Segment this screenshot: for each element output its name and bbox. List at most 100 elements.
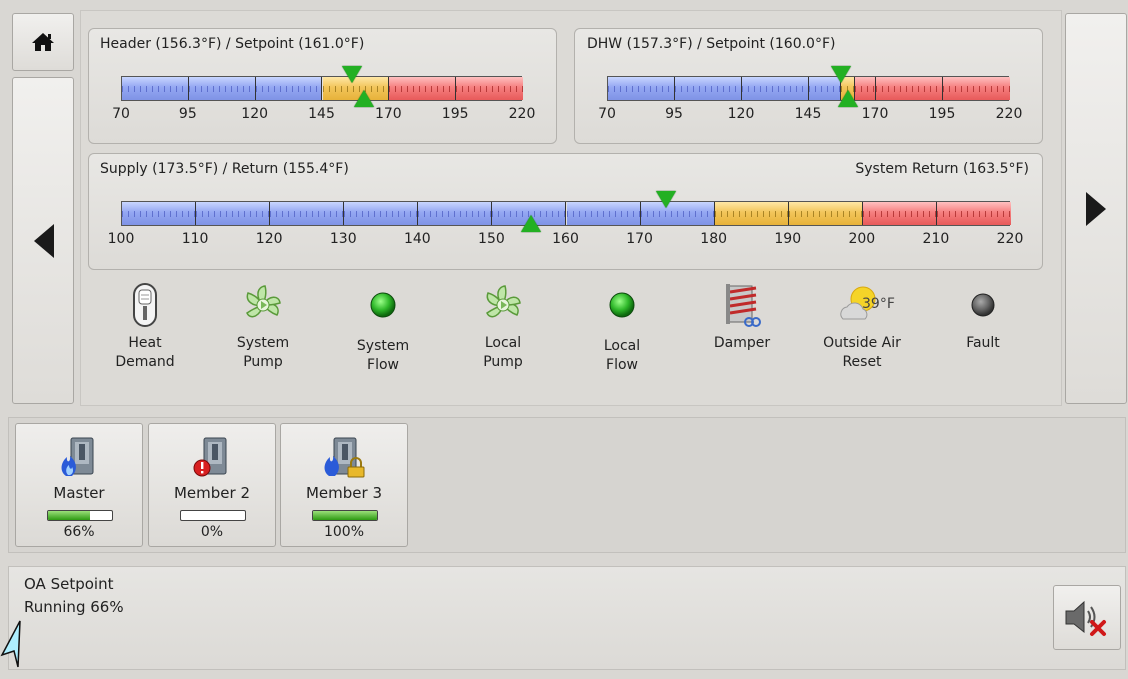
gauge-tick-label: 100 [107,231,135,247]
gauge-tick-label: 70 [598,106,616,122]
mouse-cursor-icon [0,620,21,668]
label-line-1: Local [603,338,641,354]
boiler-name: Master [53,484,105,502]
gauge-segment-blue [675,77,742,100]
boiler-member-2[interactable]: Member 2 0% [148,423,276,547]
header-gauge-title: Header (156.3°F) / Setpoint (161.0°F) [100,36,365,52]
boiler-progress-bar [47,510,113,521]
pump-icon [213,282,313,328]
gray-led-icon [933,282,1033,328]
supply-return-gauge-panel: Supply (173.5°F) / Return (155.4°F) Syst… [88,153,1043,270]
dhw-gauge-title: DHW (157.3°F) / Setpoint (160.0°F) [587,36,836,52]
damper-indicator: Damper [692,282,792,353]
local-pump-label: Local Pump [453,334,553,372]
gauge-segment-blue [608,77,675,100]
switch-icon [95,282,195,328]
label-line-1: Local [484,335,522,351]
label-line-1: Fault [966,335,1000,351]
gauge-segment-blue [418,202,493,225]
home-button[interactable] [12,13,74,71]
gauge-tick-label: 145 [308,106,335,122]
outside-air-temperature: 39°F [862,296,895,312]
gauge-segment-blue [270,202,345,225]
boiler-lock-icon [324,437,365,478]
gauge-segment-blue [742,77,809,100]
gauge-tick-label: 110 [181,231,209,247]
system-pump-label: System Pump [213,334,313,372]
gauge-tick-label: 195 [928,106,956,122]
header-setpoint-marker [354,90,375,107]
gauge-tick-label: 120 [241,106,269,122]
status-bar: OA Setpoint Running 66% [8,566,1126,670]
label-line-1: Heat [128,335,162,351]
gauge-segment-blue [188,77,256,100]
weather-icon: 39°F [812,282,912,328]
dhw-setpoint-marker [838,90,859,107]
boiler-percent: 0% [200,524,224,540]
label-line-2: Flow [606,357,638,373]
label-line-2: Reset [842,354,882,370]
status-line-2: Running 66% [24,598,124,616]
gauge-tick-label: 170 [861,106,889,122]
gauge-segment-red [876,77,943,100]
speaker-mute-icon [1065,600,1106,636]
home-icon [32,33,54,51]
right-arrow-icon [1086,192,1106,226]
damper-label: Damper [692,334,792,353]
label-line-2: Pump [483,354,523,370]
boiler-progress-bar [312,510,378,521]
green-led-icon [333,282,433,328]
gauge-segment-blue [196,202,271,225]
dhw-actual-marker [830,66,851,83]
next-page-button[interactable] [1065,13,1127,404]
heat-demand-label: Heat Demand [95,334,195,372]
gauge-segment-yellow [788,202,863,225]
damper-icon [692,282,792,328]
boiler-member-3[interactable]: Member 3 100% [280,423,408,547]
outside-air-reset-label: Outside Air Reset [812,334,912,372]
gauge-tick-label: 190 [774,231,802,247]
gauge-tick-label: 120 [255,231,283,247]
system-flow-indicator: System Flow [333,282,433,375]
header-gauge-bar [121,76,523,101]
system-flow-label: System Flow [333,337,433,375]
gauge-segment-blue [122,202,197,225]
heat-demand-indicator: Heat Demand [95,282,195,372]
label-line-1: Outside Air [823,335,901,351]
label-line-1: System [356,338,410,354]
boiler-flame-icon [61,437,94,476]
gauge-segment-red [862,202,937,225]
system-return-title: System Return (163.5°F) [855,161,1029,177]
gauge-tick-label: 120 [727,106,755,122]
gauge-tick-label: 150 [478,231,505,247]
local-flow-indicator: Local Flow [572,282,672,375]
gauge-tick-label: 210 [922,231,950,247]
mute-button[interactable] [1053,585,1121,650]
gauge-segment-blue [255,77,323,100]
gauge-tick-label: 160 [552,231,579,247]
boiler-master[interactable]: Master 66% [15,423,143,547]
gauge-segment-blue [122,77,189,100]
gauge-segment-blue [344,202,419,225]
boiler-progress-bar [180,510,246,521]
outside-air-reset-indicator: 39°F Outside Air Reset [812,282,912,372]
gauge-segment-blue [566,202,641,225]
local-flow-label: Local Flow [572,337,672,375]
return-marker [521,215,542,232]
label-line-1: Damper [713,335,771,351]
gauge-tick-label: 70 [112,106,130,122]
header-gauge-panel: Header (156.3°F) / Setpoint (161.0°F) 70… [88,28,557,144]
gauge-tick-label: 195 [441,106,469,122]
fault-indicator: Fault [933,282,1033,353]
gauge-tick-label: 140 [403,231,431,247]
previous-page-button[interactable] [12,77,74,404]
gauge-segment-yellow [714,202,789,225]
gauge-tick-label: 170 [626,231,653,247]
gauge-tick-label: 145 [794,106,822,122]
gauge-tick-label: 220 [508,106,536,122]
fault-label: Fault [933,334,1033,353]
status-line-1: OA Setpoint [24,575,114,593]
gauge-tick-label: 95 [665,106,683,122]
gauge-tick-label: 170 [374,106,402,122]
local-pump-indicator: Local Pump [453,282,553,372]
